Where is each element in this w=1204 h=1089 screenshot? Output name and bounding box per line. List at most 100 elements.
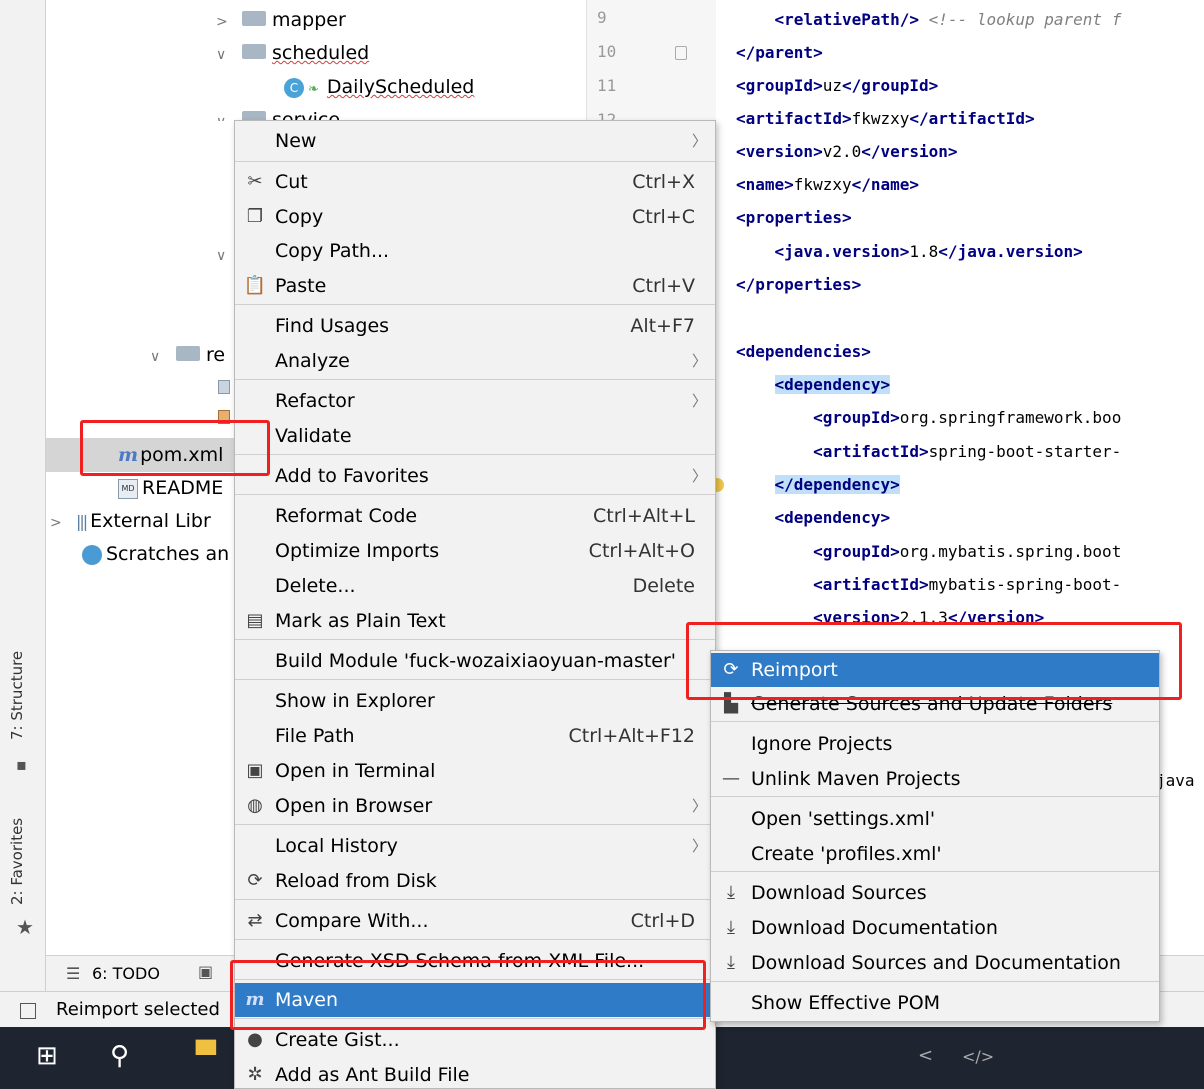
menu-item-copy[interactable]: ❐ Copy Ctrl+C xyxy=(235,200,715,234)
class-icon: C xyxy=(284,77,304,98)
xml-close-tag: </version> xyxy=(861,142,958,161)
menu-item-reformat-code[interactable]: Reformat Code Ctrl+Alt+L xyxy=(235,499,715,533)
maven-icon: m xyxy=(245,989,265,1010)
spring-leaf-icon: ❧ xyxy=(308,82,319,97)
code-line: <artifactId>fkwzxy</artifactId> xyxy=(736,104,1035,134)
menu-item-open-in-terminal[interactable]: ▣ Open in Terminal xyxy=(235,754,715,788)
menu-item-find-usages[interactable]: Find Usages Alt+F7 xyxy=(235,309,715,343)
menu-item-file-path[interactable]: File Path Ctrl+Alt+F12 xyxy=(235,719,715,753)
menu-item-build-module-fuck-wozaixiaoyuan-master[interactable]: Build Module 'fuck-wozaixiaoyuan-master' xyxy=(235,644,715,678)
menu-item-label: Reformat Code xyxy=(275,505,418,527)
submenu-item-unlink-maven-projects[interactable]: — Unlink Maven Projects xyxy=(711,762,1159,796)
menu-item-label: Download Documentation xyxy=(751,917,998,939)
folder-icon xyxy=(176,346,200,361)
menu-item-copy-path[interactable]: Copy Path... xyxy=(235,234,715,268)
submenu-item-download-sources-and-documentation[interactable]: ⤓ Download Sources and Documentation xyxy=(711,946,1159,980)
menu-item-cut[interactable]: ✂ Cut Ctrl+X xyxy=(235,165,715,199)
file-explorer-icon[interactable]: ▀ xyxy=(196,1041,216,1071)
menu-item-generate-xsd-schema-from-xml-file[interactable]: Generate XSD Schema from XML File... xyxy=(235,944,715,978)
menu-item-label: Download Sources and Documentation xyxy=(751,952,1121,974)
terminal-tab-icon[interactable]: ▣ xyxy=(198,962,213,981)
chevron-down-icon[interactable]: ∨ xyxy=(216,38,242,72)
xml-tag: <groupId> xyxy=(813,542,900,561)
ant-icon: ✲ xyxy=(247,1064,263,1085)
menu-item-show-in-explorer[interactable]: Show in Explorer xyxy=(235,684,715,718)
chevron-right-icon[interactable]: > xyxy=(216,5,242,39)
menu-separator xyxy=(235,1018,715,1019)
favorites-tab[interactable]: 2: Favorites xyxy=(8,818,26,905)
submenu-item-download-sources[interactable]: ⤓ Download Sources xyxy=(711,876,1159,910)
code-line: <artifactId>spring-boot-starter- xyxy=(736,437,1121,467)
tree-item-scratches[interactable]: Scratches an xyxy=(82,537,229,571)
menu-item-delete[interactable]: Delete... Delete xyxy=(235,569,715,603)
menu-separator xyxy=(235,899,715,900)
menu-item-label: Paste xyxy=(275,275,327,297)
code-line: <java.version>1.8</java.version> xyxy=(736,237,1083,267)
menu-item-shortcut: Delete xyxy=(632,575,695,597)
xml-tag: </parent> xyxy=(736,43,823,62)
menu-item-maven[interactable]: m Maven xyxy=(235,983,715,1017)
tree-item-service[interactable]: ∨service xyxy=(216,103,340,121)
chevron-left-icon[interactable]: < xyxy=(918,1045,933,1066)
chevron-down-icon[interactable]: ∨ xyxy=(216,105,242,121)
submenu-item-download-documentation[interactable]: ⤓ Download Documentation xyxy=(711,911,1159,945)
tree-item-mapper[interactable]: > mapper xyxy=(216,3,346,37)
code-icon[interactable]: </> xyxy=(962,1047,994,1066)
xml-file-icon[interactable] xyxy=(218,410,230,424)
code-line: <groupId>org.springframework.boo xyxy=(736,403,1121,433)
tree-item-resources[interactable]: ∨ re xyxy=(150,338,225,372)
tree-item-scheduled[interactable]: ∨ scheduled xyxy=(216,36,369,70)
xml-tag: <version> xyxy=(813,608,900,627)
windows-start-icon[interactable]: ⊞ xyxy=(36,1041,58,1071)
markdown-icon: MD xyxy=(118,478,138,499)
menu-item-create-gist[interactable]: ● Create Gist... xyxy=(235,1023,715,1057)
tree-item-external-libraries[interactable]: > ||| External Libr xyxy=(50,504,211,538)
menu-item-analyze[interactable]: Analyze 〉 xyxy=(235,344,715,378)
submenu-item-show-effective-pom[interactable]: Show Effective POM xyxy=(711,986,1159,1020)
code-line: <properties> xyxy=(736,203,852,233)
menu-item-shortcut: Ctrl+Alt+L xyxy=(593,505,695,527)
menu-item-mark-as-plain-text[interactable]: ▤ Mark as Plain Text xyxy=(235,604,715,638)
menu-item-optimize-imports[interactable]: Optimize Imports Ctrl+Alt+O xyxy=(235,534,715,568)
submenu-item-reimport[interactable]: ⟳ Reimport xyxy=(711,653,1159,687)
search-icon[interactable]: ⚲ xyxy=(110,1041,129,1071)
chevron-right-icon[interactable]: > xyxy=(50,506,76,540)
menu-item-add-to-favorites[interactable]: Add to Favorites 〉 xyxy=(235,459,715,493)
menu-separator xyxy=(711,871,1159,872)
chevron-down-icon[interactable]: ∨ xyxy=(216,239,236,271)
menu-item-validate[interactable]: Validate xyxy=(235,419,715,453)
fold-icon[interactable] xyxy=(675,46,687,60)
menu-item-refactor[interactable]: Refactor 〉 xyxy=(235,384,715,418)
xml-text: 1.8 xyxy=(909,242,939,261)
submenu-item-create-profiles-xml[interactable]: Create 'profiles.xml' xyxy=(711,837,1159,871)
menu-item-label: Find Usages xyxy=(275,315,390,337)
yml-file-icon[interactable] xyxy=(218,380,230,394)
submenu-item-generate-sources-and-update-folders[interactable]: ▙ Generate Sources and Update Folders xyxy=(711,687,1159,721)
menu-item-paste[interactable]: 📋 Paste Ctrl+V xyxy=(235,269,715,303)
tree-chevron-collapsed[interactable]: ∨ xyxy=(216,237,236,271)
line-number: 9 xyxy=(597,8,607,27)
menu-item-local-history[interactable]: Local History 〉 xyxy=(235,829,715,863)
menu-item-reload-from-disk[interactable]: ⟳ Reload from Disk xyxy=(235,864,715,898)
menu-separator xyxy=(235,379,715,380)
tree-item-dailyscheduled[interactable]: C ❧ DailyScheduled xyxy=(284,70,474,104)
menu-item-compare-with[interactable]: ⇄ Compare With... Ctrl+D xyxy=(235,904,715,938)
menu-item-label: Generate Sources and Update Folders xyxy=(751,693,1113,715)
submenu-item-ignore-projects[interactable]: Ignore Projects xyxy=(711,727,1159,761)
reimport-icon: ⟳ xyxy=(723,659,739,680)
status-toggle-icon[interactable] xyxy=(20,1003,36,1019)
structure-tab[interactable]: 7: Structure xyxy=(8,651,26,740)
todo-icon: ☰ xyxy=(66,964,81,983)
menu-item-label: Open in Browser xyxy=(275,795,433,817)
tree-item-readme[interactable]: MD README xyxy=(118,471,223,505)
cut-icon: ✂ xyxy=(247,171,263,192)
menu-item-label: Open 'settings.xml' xyxy=(751,808,936,830)
menu-item-shortcut: Ctrl+X xyxy=(632,171,695,193)
menu-item-new[interactable]: New 〉 xyxy=(235,124,715,158)
todo-tab[interactable]: 6: TODO xyxy=(92,964,160,983)
menu-item-add-as-ant-build-file[interactable]: ✲ Add as Ant Build File xyxy=(235,1058,715,1089)
menu-item-open-in-browser[interactable]: ◍ Open in Browser 〉 xyxy=(235,789,715,823)
chevron-down-icon[interactable]: ∨ xyxy=(150,340,176,374)
submenu-item-open-settings-xml[interactable]: Open 'settings.xml' xyxy=(711,802,1159,836)
xml-text: uz xyxy=(822,76,842,95)
